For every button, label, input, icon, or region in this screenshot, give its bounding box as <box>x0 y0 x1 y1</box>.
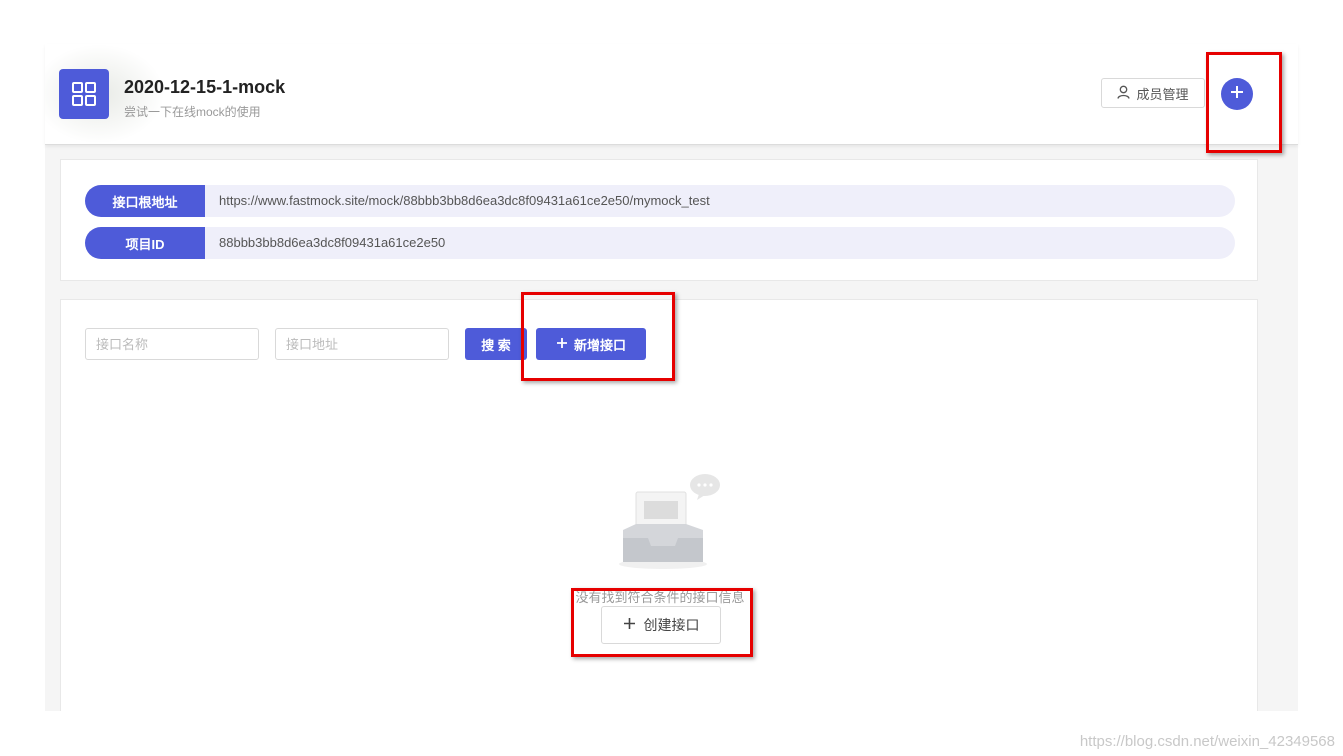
base-url-value: https://www.fastmock.site/mock/88bbb3bb8… <box>205 185 1235 217</box>
project-id-row: 项目ID 88bbb3bb8d6ea3dc8f09431a61ce2e50 <box>85 227 1235 259</box>
project-info-card: 接口根地址 https://www.fastmock.site/mock/88b… <box>60 159 1258 281</box>
highlight-create-interface <box>571 588 753 657</box>
highlight-add-member <box>1206 52 1282 153</box>
search-button[interactable]: 搜 索 <box>465 328 527 360</box>
watermark: https://blog.csdn.net/weixin_42349568 <box>1079 733 1335 750</box>
highlight-add-interface <box>521 292 675 381</box>
user-icon <box>1117 85 1131 102</box>
interface-url-input[interactable] <box>275 328 449 360</box>
grid-icon <box>59 69 109 119</box>
project-title: 2020-12-15-1-mock <box>124 77 286 97</box>
project-description: 尝试一下在线mock的使用 <box>124 105 261 119</box>
member-management-button[interactable]: 成员管理 <box>1101 78 1205 108</box>
search-button-label: 搜 索 <box>481 337 511 353</box>
member-management-label: 成员管理 <box>1136 86 1189 102</box>
project-id-value: 88bbb3bb8d6ea3dc8f09431a61ce2e50 <box>205 227 1235 259</box>
empty-inbox-icon <box>613 472 723 572</box>
base-url-row: 接口根地址 https://www.fastmock.site/mock/88b… <box>85 185 1235 217</box>
project-id-label: 项目ID <box>85 227 205 259</box>
project-header: 2020-12-15-1-mock 尝试一下在线mock的使用 成员管理 <box>45 44 1298 145</box>
base-url-label: 接口根地址 <box>85 185 205 217</box>
interface-name-input[interactable] <box>85 328 259 360</box>
